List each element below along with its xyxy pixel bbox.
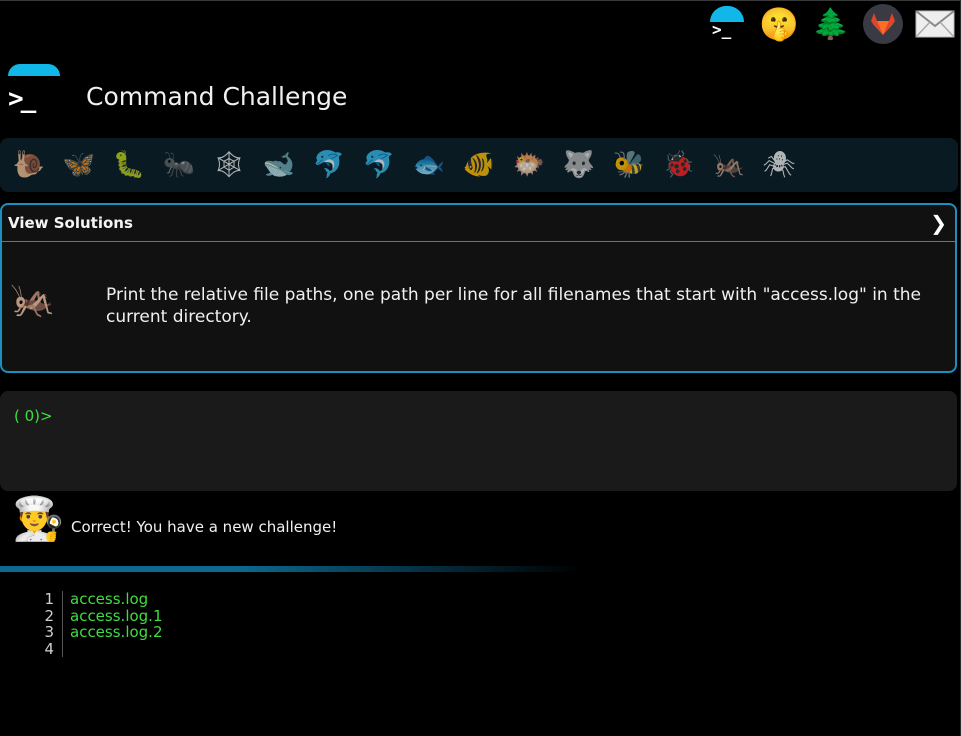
prompt-glyph: >_	[712, 20, 732, 39]
chef-icon: 👨‍🍳	[12, 494, 65, 543]
level-fish-icon[interactable]: 🐟	[404, 143, 454, 187]
logo-prompt: >_	[8, 84, 36, 114]
output-line: 4	[36, 640, 163, 658]
gitlab-icon[interactable]	[861, 4, 905, 44]
output-line: 3 access.log.2	[36, 624, 163, 641]
cricket-icon: 🦗	[10, 279, 55, 320]
level-spider-icon[interactable]: 🕷	[754, 143, 804, 187]
evergreen-tree-icon[interactable]: 🌲	[809, 4, 853, 44]
chevron-right-icon[interactable]: ❯	[930, 211, 947, 235]
logo-dome	[8, 64, 60, 76]
level-spider-web-icon[interactable]: 🕸	[204, 143, 254, 187]
command-output: 1 access.log 2 access.log.1 3 access.log…	[36, 591, 163, 657]
line-text	[63, 641, 70, 658]
output-line: 2 access.log.1	[36, 606, 163, 625]
terminal[interactable]: ( 0)>	[0, 391, 957, 491]
level-dolphin-icon[interactable]: 🐬	[354, 143, 404, 187]
line-text: access.log	[70, 590, 149, 608]
terminal-prompt: ( 0)>	[14, 407, 53, 425]
divider	[0, 566, 580, 572]
page-title: Command Challenge	[86, 82, 348, 111]
shushing-face-glyph: 🤫	[759, 5, 799, 43]
level-tropical-fish-icon[interactable]: 🐠	[454, 143, 504, 187]
line-text: access.log.2	[70, 623, 163, 641]
top-nav: >_ 🤫 🌲	[705, 4, 957, 44]
level-snail-icon[interactable]: 🐌	[4, 143, 54, 187]
cmdchallenge-logo-icon[interactable]: >_	[705, 4, 749, 44]
level-bee-icon[interactable]: 🐝	[604, 143, 654, 187]
shushing-face-icon[interactable]: 🤫	[757, 4, 801, 44]
output-line: 1 access.log	[36, 591, 163, 608]
level-blowfish-icon[interactable]: 🐡	[504, 143, 554, 187]
challenge-description: Print the relative file paths, one path …	[106, 285, 922, 327]
command-input[interactable]	[52, 405, 936, 429]
line-text: access.log.1	[70, 606, 163, 625]
view-solutions-label: View Solutions	[8, 214, 133, 232]
level-selector: 🐌 🦋 🐛 🐜 🕸 🐋 🐬 🐬 🐟 🐠 🐡 🐺 🐝 🐞 🦗 🕷	[0, 138, 958, 192]
line-number: 1	[36, 591, 63, 608]
line-number: 4	[36, 640, 63, 657]
brand-logo[interactable]: >_	[6, 64, 60, 114]
challenge-panel: View Solutions ❯ 🦗 Print the relative fi…	[0, 203, 957, 373]
window-top-border	[0, 0, 961, 1]
level-caterpillar-icon[interactable]: 🐛	[104, 143, 154, 187]
level-wolf-icon[interactable]: 🐺	[554, 143, 604, 187]
level-butterfly-icon[interactable]: 🦋	[54, 143, 104, 187]
envelope-icon[interactable]	[913, 4, 957, 44]
line-number: 2	[36, 607, 63, 624]
line-number: 3	[36, 624, 63, 641]
challenge-body: 🦗 Print the relative file paths, one pat…	[2, 242, 955, 370]
tree-glyph: 🌲	[812, 6, 850, 42]
gitlab-logo-icon	[871, 13, 895, 35]
level-ant-icon[interactable]: 🐜	[154, 143, 204, 187]
level-whale-icon[interactable]: 🐋	[254, 143, 304, 187]
level-dolphin-blue-icon[interactable]: 🐬	[304, 143, 354, 187]
status-message: Correct! You have a new challenge!	[71, 518, 338, 536]
envelope-shape-icon	[915, 10, 955, 38]
level-cricket-icon[interactable]: 🦗	[704, 143, 754, 187]
view-solutions-header[interactable]: View Solutions ❯	[2, 205, 955, 242]
level-ladybug-icon[interactable]: 🐞	[654, 143, 704, 187]
